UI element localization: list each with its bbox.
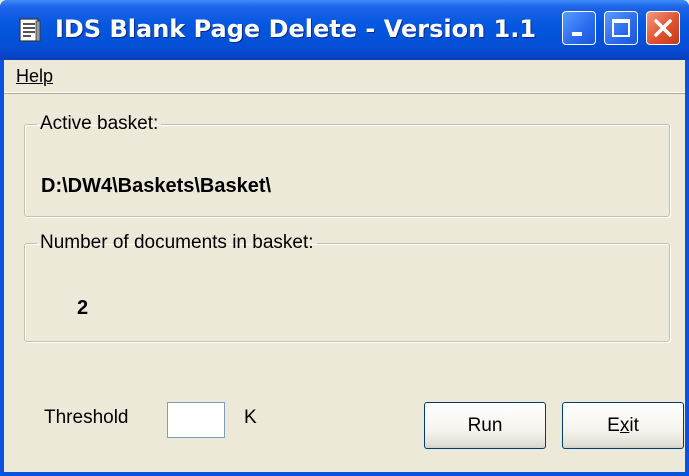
minimize-button[interactable]	[562, 11, 596, 45]
close-icon	[654, 19, 672, 37]
active-basket-path: D:\DW4\Baskets\Basket\	[41, 175, 272, 197]
threshold-label: Threshold	[44, 407, 129, 428]
document-count-group: Number of documents in basket: 2	[24, 232, 670, 342]
exit-label-mnemonic: x	[619, 414, 630, 436]
maximize-button[interactable]	[604, 11, 638, 45]
title-bar[interactable]: IDS Blank Page Delete - Version 1.1	[0, 0, 689, 60]
run-button[interactable]: Run	[424, 402, 546, 449]
menu-bar: Help	[4, 60, 685, 93]
maximize-icon	[612, 19, 630, 37]
run-button-label: Run	[467, 414, 503, 436]
close-button[interactable]	[646, 11, 680, 45]
active-basket-group: Active basket: D:\DW4\Baskets\Basket\	[24, 113, 670, 217]
document-count-label: Number of documents in basket:	[40, 232, 314, 253]
app-icon	[19, 18, 41, 42]
threshold-input[interactable]	[167, 402, 225, 438]
app-window: IDS Blank Page Delete - Version 1.1 Help…	[0, 0, 689, 476]
threshold-unit-label: K	[244, 407, 257, 428]
menu-help[interactable]: Help	[16, 66, 53, 87]
exit-button[interactable]: Exit	[562, 402, 684, 449]
active-basket-label: Active basket:	[40, 113, 159, 134]
document-count-value: 2	[77, 297, 89, 319]
exit-label-end: it	[629, 414, 639, 436]
window-title: IDS Blank Page Delete - Version 1.1	[55, 15, 537, 43]
exit-label-start: E	[607, 414, 620, 436]
minimize-icon	[572, 32, 582, 36]
